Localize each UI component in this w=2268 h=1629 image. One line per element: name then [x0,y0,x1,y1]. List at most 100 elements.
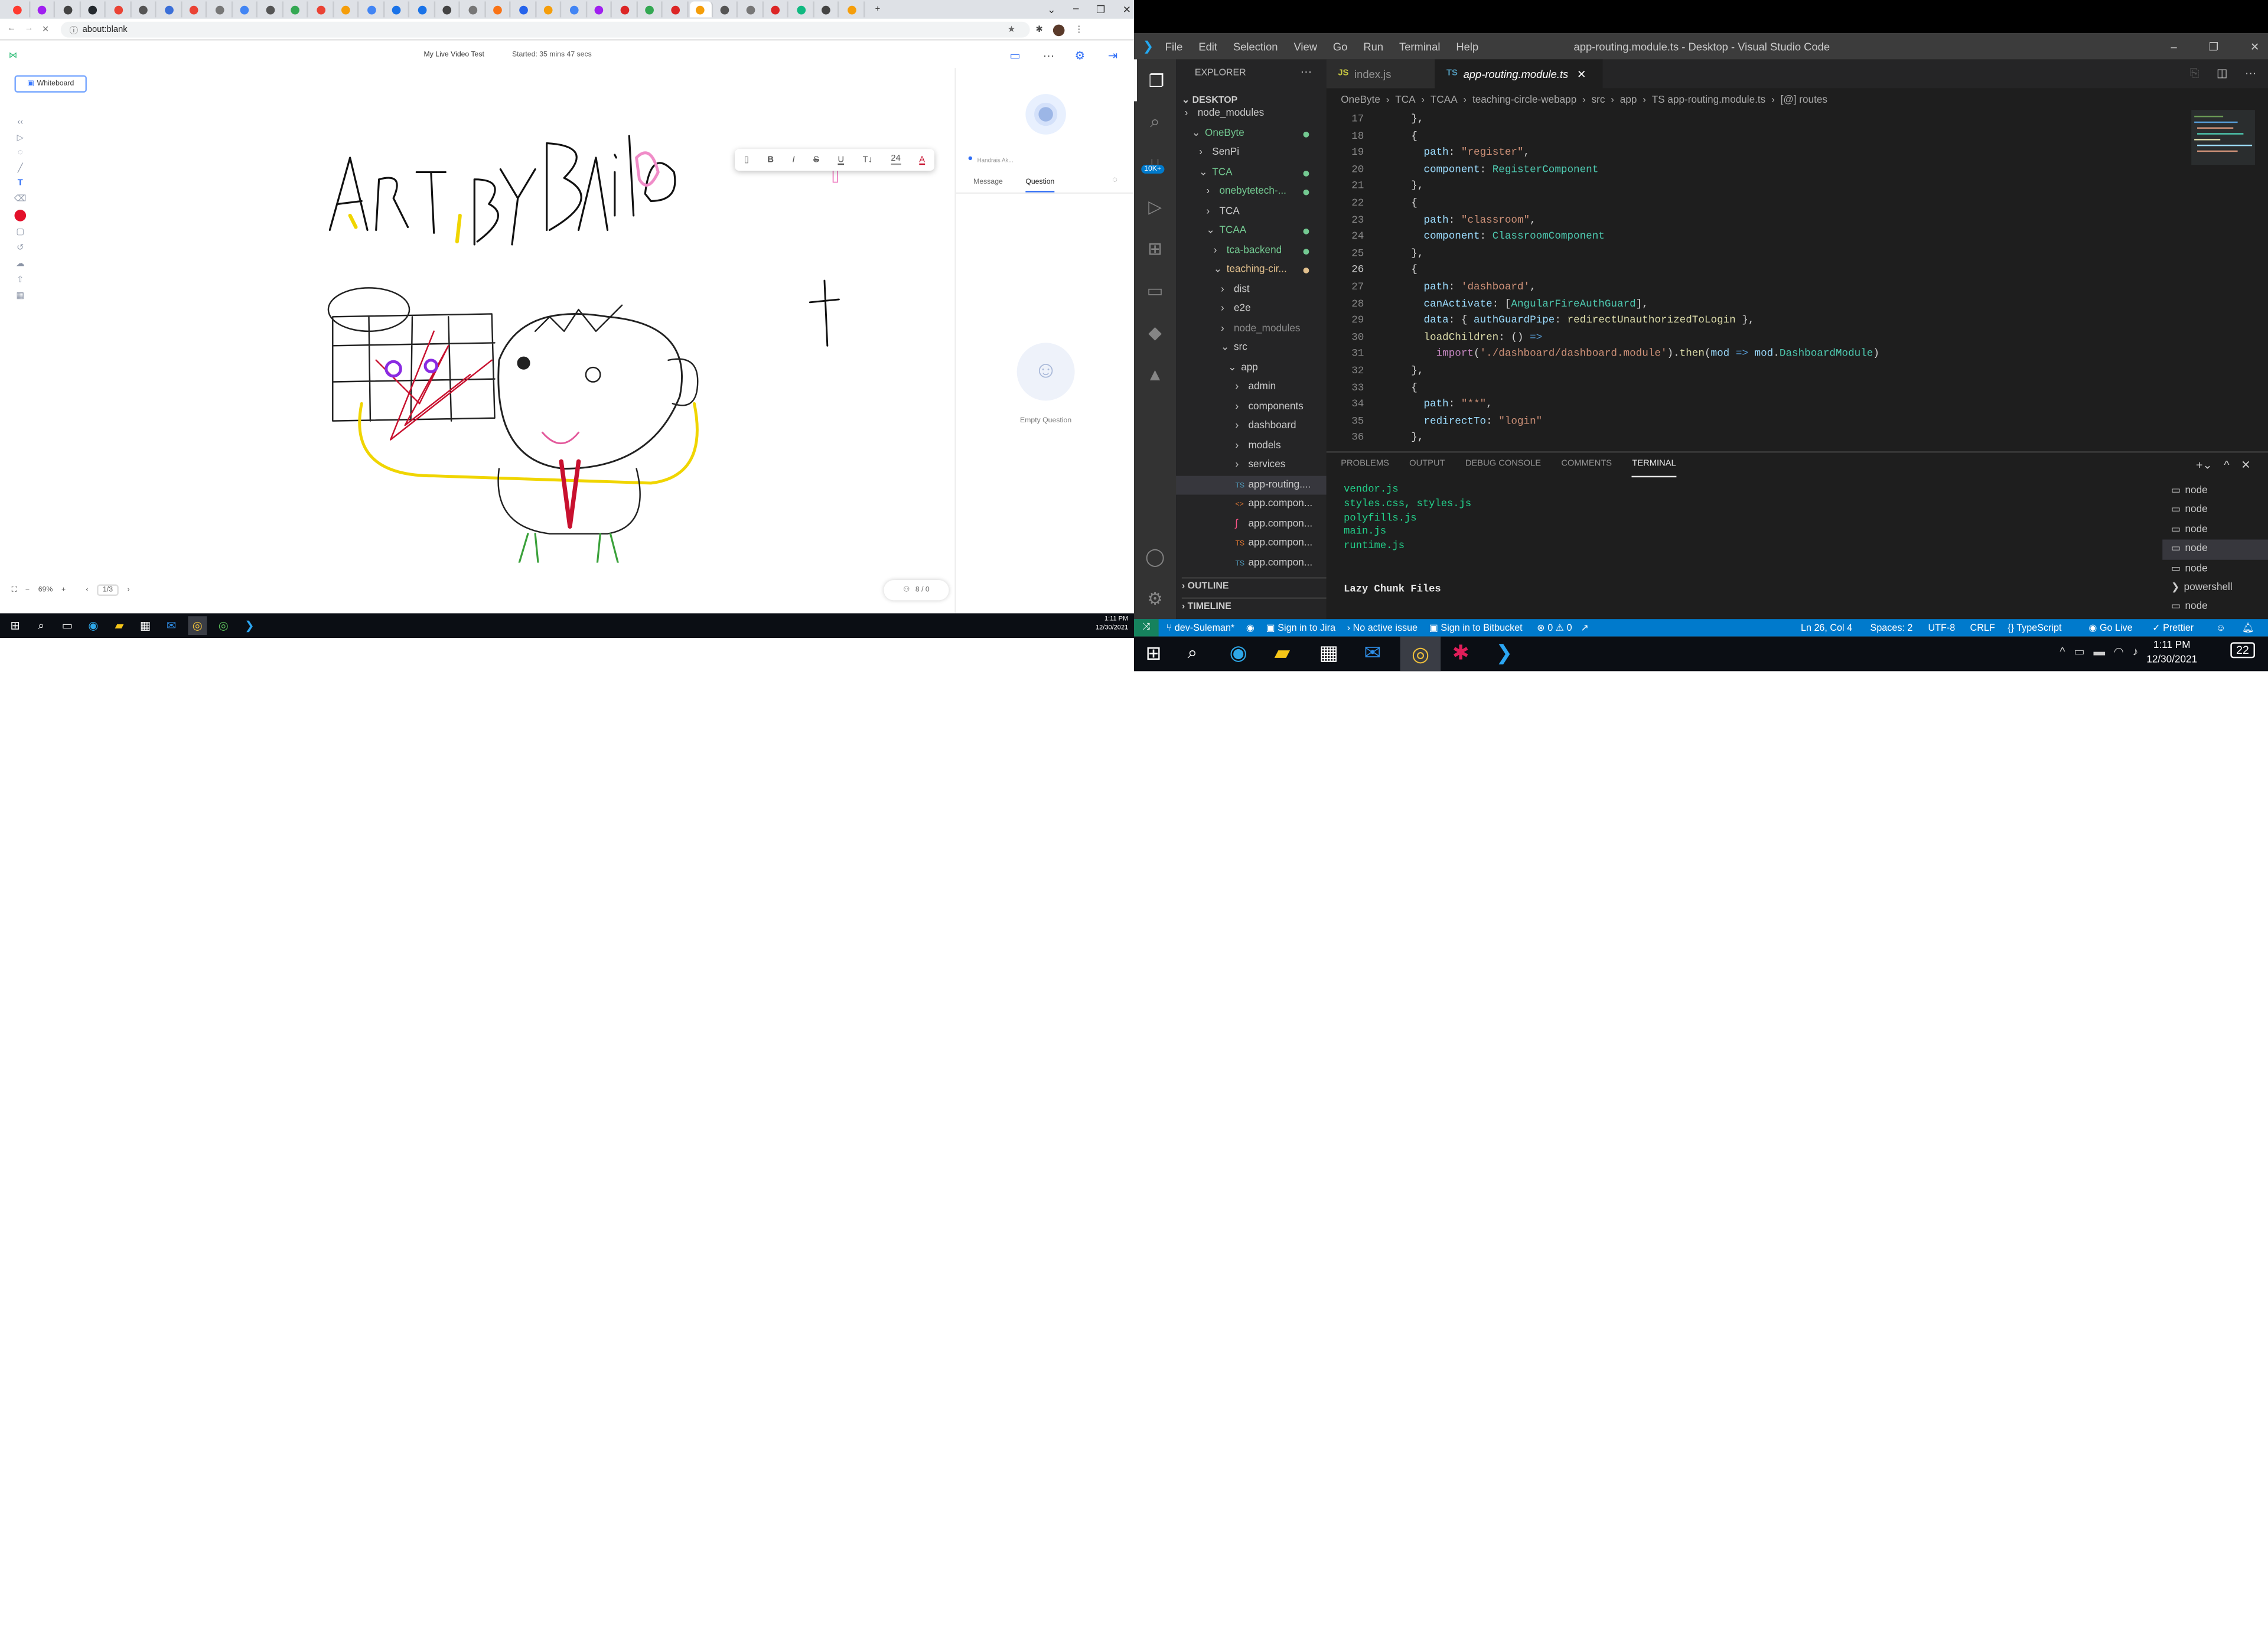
browser-tab[interactable] [31,1,56,18]
breadcrumb-item[interactable]: TS app-routing.module.ts [1652,95,1766,105]
menu-go[interactable]: Go [1333,40,1348,53]
tree-item[interactable]: ⌄ TCA [1176,163,1327,183]
panel-tab-problems[interactable]: PROBLEMS [1341,460,1389,477]
breadcrumb-item[interactable]: teaching-circle-webapp [1472,95,1576,105]
tab-close-icon[interactable]: ✕ [1577,67,1586,80]
zoom-in-icon[interactable]: + [61,586,66,595]
tree-item[interactable]: › TCA [1176,202,1327,221]
prev-page-icon[interactable]: ‹ [86,586,88,595]
tab-app-routing[interactable]: TS app-routing.module.ts ✕ [1435,59,1603,89]
menu-terminal[interactable]: Terminal [1399,40,1440,53]
breadcrumb-item[interactable]: src [1592,95,1605,105]
close-panel-icon[interactable]: ✕ [2241,458,2250,471]
remote-icon[interactable]: ⤨ [1134,619,1159,637]
browser-tab[interactable] [335,1,359,18]
zoom-out-icon[interactable]: − [25,586,30,595]
source-control-icon[interactable]: ⑂ 10K+ [1134,143,1176,185]
notifications-icon[interactable]: 🔔︎ [2242,622,2254,634]
browser-tab[interactable] [309,1,334,18]
docker-icon[interactable]: ◆ [1134,311,1176,353]
chrome-icon-2[interactable]: ◎ [214,616,233,635]
tree-item[interactable]: ⌄ src [1176,338,1327,358]
message-tab[interactable]: Message [973,178,1003,187]
terminal-instance[interactable]: ▭ node [2162,598,2268,617]
browser-tab[interactable] [840,1,865,18]
extensions-icon[interactable]: ✱ [1035,25,1042,35]
more-icon[interactable]: ··· [1043,48,1055,61]
whiteboard-drawing[interactable] [217,114,969,563]
terminal-instance[interactable]: ▭ node [2162,501,2268,520]
code-line[interactable]: 20 component: RegisterComponent [1327,163,1598,180]
chrome-taskbar-icon[interactable]: ◎ [1400,636,1441,672]
remote-explorer-icon[interactable]: ▭ [1134,269,1176,311]
browser-tab[interactable] [638,1,663,18]
browser-tab[interactable] [739,1,763,18]
explorer-more-icon[interactable]: ··· [1301,65,1312,78]
upload-icon[interactable]: ⇧ [17,275,24,285]
go-live[interactable]: ◉ Go Live [2088,622,2132,634]
chat-icon[interactable]: ◌ [1112,177,1117,185]
mail-icon[interactable]: ✉ [1364,641,1381,666]
encoding[interactable]: UTF-8 [1928,623,1956,633]
problems-indicator[interactable]: ⊗ 0 ⚠ 0 [1537,622,1572,634]
edge-icon[interactable]: ◉ [84,616,103,635]
code-line[interactable]: 18 { [1327,129,1418,146]
tree-item[interactable]: › components [1176,397,1327,416]
windows-start-icon[interactable]: ⊞ [6,616,25,635]
tree-item[interactable]: ⌄ teaching-cir... [1176,260,1327,280]
forward-icon[interactable]: → [25,25,34,34]
exit-icon[interactable]: ⇥ [1108,48,1117,61]
browser-tab[interactable] [588,1,612,18]
file-explorer-icon[interactable]: ▰ [110,616,129,635]
question-tab[interactable]: Question [1025,178,1055,193]
panel-tab-terminal[interactable]: TERMINAL [1632,460,1676,478]
browser-tab[interactable] [386,1,410,18]
slack-icon[interactable]: ✱ [1452,641,1469,666]
vscode-close-button[interactable]: ✕ [2250,40,2259,53]
terminal-instance[interactable]: ▭ node [2162,539,2268,559]
tree-item[interactable]: ⌄ OneByte [1176,123,1327,143]
feedback-icon[interactable]: ☺ [2216,623,2225,633]
editor-more-icon[interactable]: ··· [2245,67,2257,81]
search-icon[interactable]: ⌕ [1188,642,1197,664]
bold-button[interactable]: B [767,155,774,164]
tree-item[interactable]: › dist [1176,280,1327,299]
tray-icons[interactable]: ^▭▬◠♪ [2060,645,2147,658]
url-input[interactable]: ⓘ about:blank ★ [60,21,1030,38]
tab-index-js[interactable]: JS index.js [1326,59,1435,89]
right-clock[interactable]: 1:11 PM 12/30/2021 [2146,639,2197,668]
tree-item[interactable]: › onebytetech-... [1176,183,1327,202]
search-icon[interactable]: ⌕ [1134,101,1176,143]
menu-help[interactable]: Help [1456,40,1478,53]
tree-item[interactable]: TS app-routing.... [1176,475,1327,495]
mail-icon[interactable]: ✉ [162,616,181,635]
restore-button[interactable]: ❐ [1096,4,1105,15]
new-tab-button[interactable]: + [866,1,889,17]
tree-item[interactable]: › node_modules [1176,104,1327,123]
terminal-output[interactable]: vendor.js styles.css, styles.js polyfills.… [1344,484,1471,598]
laser-tool-icon[interactable]: ◌ [18,149,23,158]
browser-tab[interactable] [815,1,839,18]
info-icon[interactable]: ⓘ [70,23,79,37]
select-tool-icon[interactable]: ▷ [17,133,24,144]
chrome-taskbar-icon[interactable]: ◎ [188,616,207,636]
browser-tab[interactable] [714,1,738,18]
tree-item[interactable]: › services [1176,455,1327,475]
browser-tab[interactable] [259,1,283,18]
tree-item[interactable]: › dashboard [1176,416,1327,436]
terminal-instance[interactable]: ▭ node [2162,482,2268,501]
dropdown-icon[interactable]: ⌄ [1047,4,1055,15]
bitbucket-signin[interactable]: ▣ Sign in to Bitbucket [1429,622,1523,634]
strike-button[interactable]: S [813,155,819,164]
font-size-select[interactable]: 24 [891,155,901,165]
code-line[interactable]: 25 }, [1327,247,1423,263]
tree-item[interactable]: › admin [1176,377,1327,397]
code-line[interactable]: 32 }, [1327,364,1423,381]
browser-tab[interactable] [234,1,258,18]
active-issue[interactable]: › No active issue [1347,623,1418,633]
breadcrumb-item[interactable]: OneByte [1341,95,1380,105]
code-line[interactable]: 35 redirectTo: "login" [1327,415,1542,431]
users-indicator[interactable]: ⚇ 8 / 0 [884,580,949,600]
share-icon[interactable]: ★ [1008,25,1015,35]
browser-tab[interactable] [790,1,814,18]
